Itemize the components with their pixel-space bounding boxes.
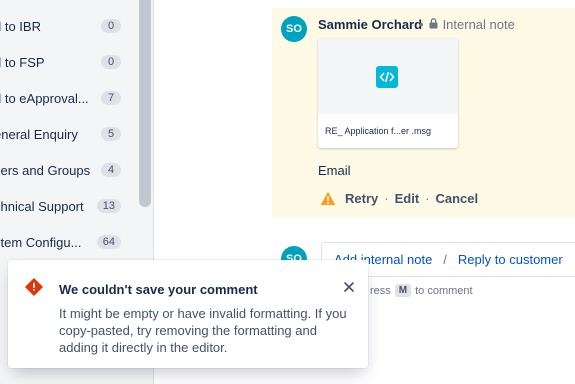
code-file-icon [376,66,398,88]
comment-body: Email [318,163,351,178]
sidebar-item-technical-support[interactable]: chnical Support 13 [0,188,137,224]
separator-dot: • [419,17,424,32]
sidebar-item-users-groups[interactable]: sers and Groups 4 [0,152,137,188]
sidebar-item-count: 4 [101,163,121,177]
sidebar-item-count: 64 [96,235,121,249]
comment-meta: • Internal note [419,17,515,32]
sidebar-item-count: 0 [101,19,121,33]
warning-icon [320,191,336,206]
attachment-card[interactable]: RE_ Application f...er .msg [318,38,458,148]
separator-dot: · [384,190,389,206]
hint-prefix: ress [370,284,391,297]
keyboard-hint: ress M to comment [370,284,473,297]
cancel-button[interactable]: Cancel [436,191,479,206]
edit-button[interactable]: Edit [395,191,420,206]
close-icon[interactable] [342,280,356,299]
lock-icon [429,17,438,32]
sidebar-item-label: d to IBR [0,18,41,34]
sidebar-item-ibr[interactable]: d to IBR 0 [0,8,137,44]
comment-author: Sammie Orchard [318,17,423,32]
sidebar-item-general-enquiry[interactable]: eneral Enquiry 5 [0,116,137,152]
retry-button[interactable]: Retry [345,191,378,206]
composer-separator: / [443,252,447,267]
sidebar-item-label: eneral Enquiry [0,126,78,142]
sidebar-item-label: stem Configu... [0,234,82,250]
sidebar-item-count: 13 [96,199,121,213]
sidebar-item-count: 5 [101,127,121,141]
avatar: SO [281,16,307,42]
error-icon [25,278,43,301]
comment-actions: Retry · Edit · Cancel [320,189,478,207]
sidebar-item-fsp[interactable]: d to FSP 0 [0,44,137,80]
sidebar-item-label: d to eApproval... [0,90,89,106]
error-flag: We couldn't save your comment It might b… [8,260,368,368]
hint-key: M [394,284,412,297]
sidebar-item-label: sers and Groups [0,162,91,178]
visibility-label: Internal note [442,17,515,32]
flag-message: It might be empty or have invalid format… [59,306,347,355]
sidebar-scrollbar-thumb[interactable] [139,0,151,207]
sidebar-item-eapproval[interactable]: d to eApproval... 7 [0,80,137,116]
sidebar-item-system-config[interactable]: stem Configu... 64 [0,224,137,260]
reply-to-customer-link[interactable]: Reply to customer [458,252,563,267]
sidebar-item-count: 7 [101,91,121,105]
separator-dot: · [425,190,430,206]
hint-suffix: to comment [415,284,473,297]
sidebar-item-label: chnical Support [0,198,84,214]
sidebar-item-count: 0 [101,55,121,69]
sidebar-item-label: d to FSP [0,54,45,70]
attachment-filename: RE_ Application f...er .msg [318,114,458,148]
flag-title: We couldn't save your comment [59,282,258,297]
